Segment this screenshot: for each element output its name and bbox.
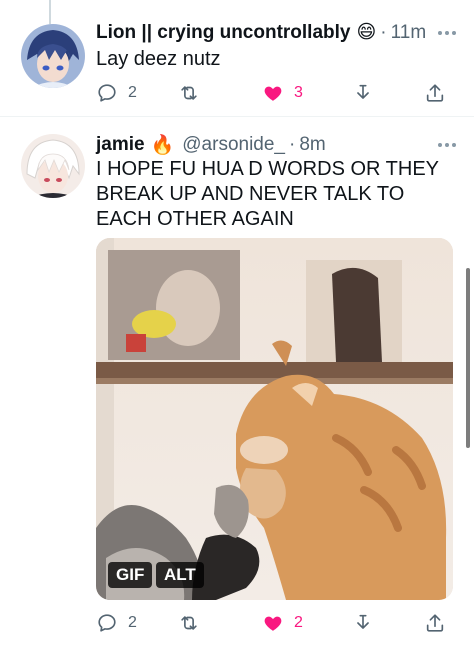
avatar-image	[21, 134, 85, 198]
gif-image	[96, 238, 453, 600]
upload-button[interactable]	[424, 608, 446, 638]
avatar[interactable]	[21, 134, 85, 198]
scrollbar[interactable]	[466, 268, 470, 448]
tweet-header: Lion || crying uncontrollably 😄 · 11m	[96, 21, 426, 44]
heart-filled-icon	[264, 86, 282, 101]
reply-button[interactable]: 2	[96, 608, 137, 638]
tweet-text: Lay deez nutz	[96, 48, 221, 70]
author-emoji: 🔥	[150, 135, 175, 156]
timestamp[interactable]: 8m	[299, 134, 325, 156]
retweet-button[interactable]	[178, 608, 210, 638]
reply-button[interactable]: 2	[96, 78, 137, 108]
heart-filled-icon	[264, 616, 282, 631]
like-count: 2	[294, 614, 303, 631]
author-emoji: 😄	[356, 22, 377, 43]
author-handle[interactable]: @arsonide_	[182, 134, 285, 156]
like-count: 3	[294, 84, 303, 101]
gif-media[interactable]: GIF ALT	[96, 238, 453, 600]
author-name[interactable]: jamie	[96, 134, 145, 156]
reply-icon	[98, 84, 116, 102]
share-arrow-icon	[357, 614, 369, 629]
reply-icon	[98, 614, 116, 632]
more-options-icon[interactable]	[438, 31, 456, 35]
like-button[interactable]: 2	[262, 608, 303, 638]
tweet[interactable]: Lion || crying uncontrollably 😄 · 11m La…	[0, 0, 474, 117]
separator-dot: ·	[380, 21, 387, 43]
retweet-icon	[181, 86, 197, 100]
upload-icon	[426, 84, 444, 102]
like-button[interactable]: 3	[262, 78, 303, 108]
tweet-actions: 2 2	[96, 608, 454, 638]
retweet-icon	[181, 616, 197, 630]
tweet-text: I HOPE FU HUA D WORDS OR THEY BREAK UP A…	[96, 158, 439, 230]
upload-icon	[426, 614, 444, 632]
tweet-actions: 2 3	[96, 78, 454, 108]
more-options-icon[interactable]	[438, 143, 456, 147]
upload-button[interactable]	[424, 78, 446, 108]
tweet-header: jamie 🔥 @arsonide_ · 8m	[96, 133, 326, 157]
reply-count: 2	[128, 84, 137, 101]
separator-dot: ·	[289, 134, 296, 155]
gif-badge[interactable]: GIF	[108, 562, 153, 588]
author-name[interactable]: Lion || crying uncontrollably	[96, 22, 350, 44]
tweet-divider	[0, 116, 474, 117]
timestamp[interactable]: 11m	[391, 22, 427, 44]
share-arrow-icon	[357, 84, 369, 99]
tweet[interactable]: jamie 🔥 @arsonide_ · 8m I HOPE FU HUA D …	[0, 122, 474, 648]
share-button[interactable]	[352, 78, 374, 108]
retweet-button[interactable]	[178, 78, 210, 108]
alt-text-badge[interactable]: ALT	[156, 562, 204, 588]
avatar[interactable]	[21, 24, 85, 88]
avatar-image	[21, 24, 85, 88]
share-button[interactable]	[352, 608, 374, 638]
reply-count: 2	[128, 614, 137, 631]
